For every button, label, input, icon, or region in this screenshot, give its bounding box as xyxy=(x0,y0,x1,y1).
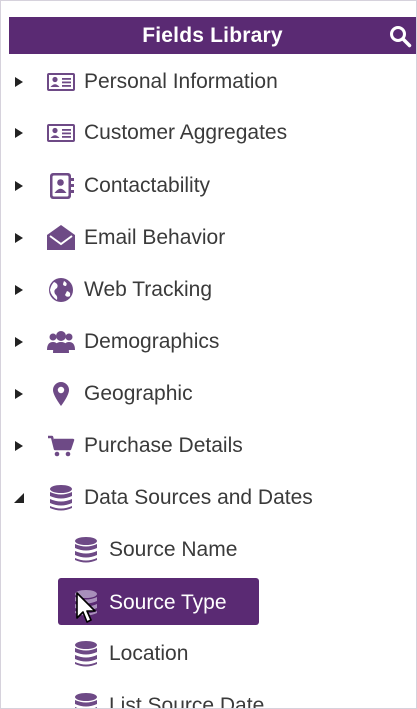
database-icon xyxy=(75,641,97,667)
tree-item-data-sources-and-dates[interactable]: Data Sources and Dates xyxy=(1,481,416,515)
id-card-icon xyxy=(47,124,75,142)
tree-item-contactability[interactable]: Contactability xyxy=(1,169,416,203)
database-icon xyxy=(75,693,97,708)
subitem-location[interactable]: Location xyxy=(1,637,416,671)
contact-book-icon xyxy=(50,173,74,199)
caret-right-icon[interactable] xyxy=(13,440,25,452)
users-icon xyxy=(47,331,75,353)
tree-item-personal-information[interactable]: Personal Information xyxy=(1,65,416,99)
id-card-icon xyxy=(47,73,75,91)
tree-item-email-behavior[interactable]: Email Behavior xyxy=(1,221,416,255)
map-pin-icon xyxy=(53,382,69,406)
shopping-cart-icon xyxy=(48,435,75,457)
caret-right-icon[interactable] xyxy=(13,232,25,244)
tree-item-purchase-details[interactable]: Purchase Details xyxy=(1,429,416,463)
globe-icon xyxy=(49,278,73,302)
tree-item-label: Demographics xyxy=(84,330,220,353)
subitem-label: Source Name xyxy=(109,538,238,561)
tree-item-label: Email Behavior xyxy=(84,226,226,249)
tree-item-customer-aggregates[interactable]: Customer Aggregates xyxy=(1,116,416,150)
subitem-source-name[interactable]: Source Name xyxy=(1,533,416,567)
tree-item-label: Geographic xyxy=(84,382,193,405)
tree-item-demographics[interactable]: Demographics xyxy=(1,325,416,359)
database-icon xyxy=(50,485,72,511)
subitem-list-source-date[interactable]: List Source Date xyxy=(1,689,416,709)
subitem-label: List Source Date xyxy=(109,694,265,709)
fields-library-panel: Fields Library Personal Information Cust… xyxy=(0,0,417,709)
subitem-source-type[interactable]: Source Type xyxy=(1,586,416,620)
caret-right-icon[interactable] xyxy=(13,180,25,192)
fields-tree: Personal Information Customer Aggregates xyxy=(1,1,416,708)
tree-item-label: Web Tracking xyxy=(84,278,212,301)
tree-item-geographic[interactable]: Geographic xyxy=(1,377,416,411)
subitem-label: Source Type xyxy=(109,591,227,614)
subitem-label: Location xyxy=(109,642,189,665)
tree-item-label: Personal Information xyxy=(84,70,278,93)
tree-item-label: Purchase Details xyxy=(84,434,243,457)
tree-item-web-tracking[interactable]: Web Tracking xyxy=(1,273,416,307)
tree-item-label: Customer Aggregates xyxy=(84,121,288,144)
database-icon xyxy=(75,590,97,616)
tree-item-label: Contactability xyxy=(84,174,211,197)
caret-down-icon[interactable] xyxy=(13,492,25,504)
caret-right-icon[interactable] xyxy=(13,284,25,296)
caret-right-icon[interactable] xyxy=(13,127,25,139)
caret-right-icon[interactable] xyxy=(13,388,25,400)
caret-right-icon[interactable] xyxy=(13,336,25,348)
envelope-open-icon xyxy=(47,225,75,250)
tree-item-label: Data Sources and Dates xyxy=(84,486,313,509)
database-icon xyxy=(75,537,97,563)
caret-right-icon[interactable] xyxy=(13,76,25,88)
